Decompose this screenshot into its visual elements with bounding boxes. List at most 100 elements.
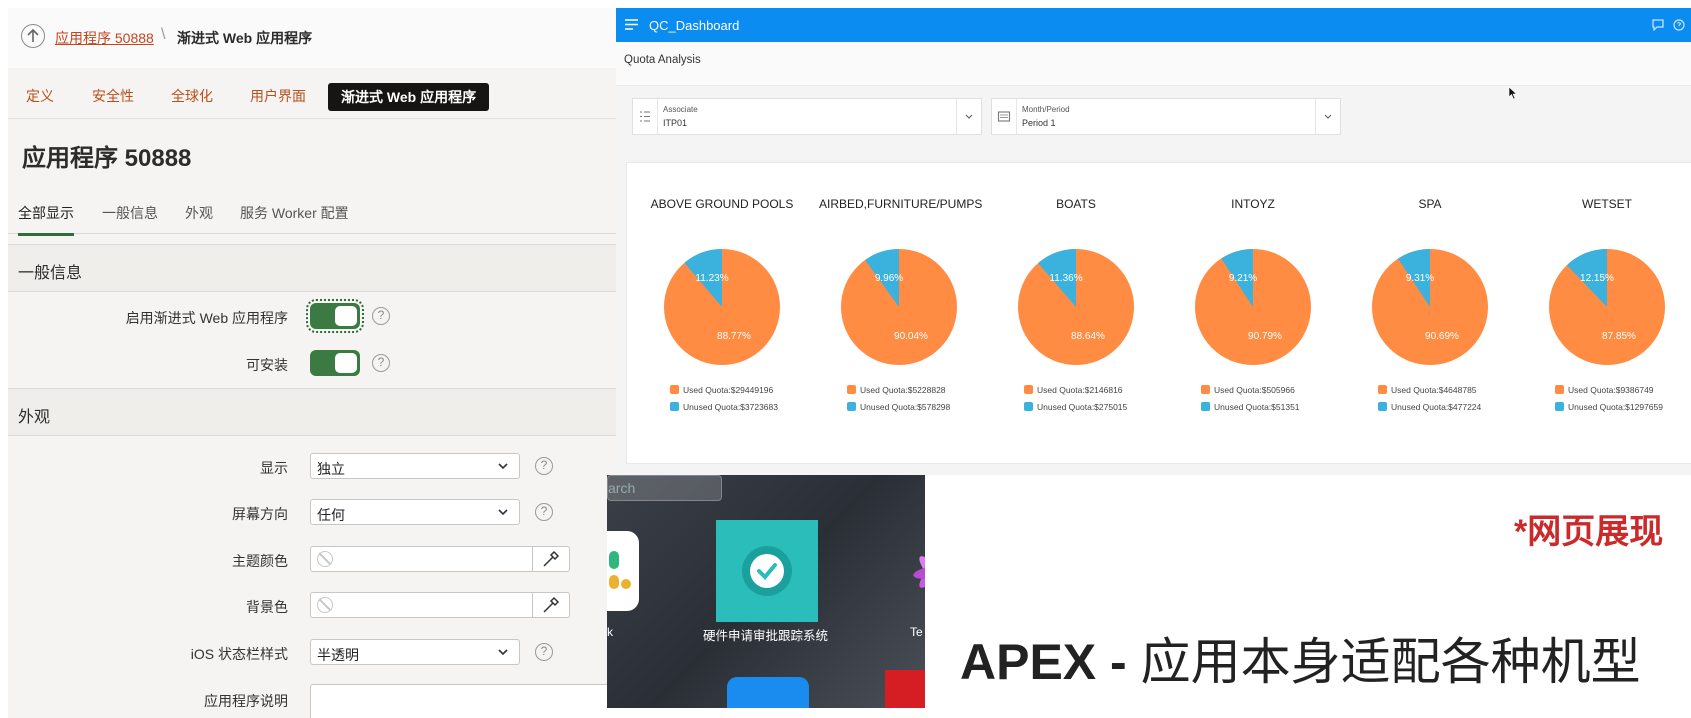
legend-used[interactable]: Used Quota:$9386749 xyxy=(1555,385,1654,395)
legend-text: Used Quota:$29449196 xyxy=(683,385,774,395)
orientation-select[interactable]: 任何 xyxy=(310,499,520,525)
eyedropper-icon xyxy=(543,596,560,613)
legend-swatch xyxy=(1378,402,1387,411)
legend-swatch xyxy=(1555,385,1564,394)
pie-title: SPA xyxy=(1418,197,1442,211)
tab-general[interactable]: 一般信息 xyxy=(102,203,158,233)
hardware-approval-app-icon[interactable] xyxy=(716,520,818,622)
legend-swatch xyxy=(1201,385,1210,394)
legend-used[interactable]: Used Quota:$29449196 xyxy=(670,385,773,395)
pie-title: BOATS xyxy=(1056,197,1096,211)
pie-chart: 11.23% 88.77% xyxy=(664,249,780,365)
breadcrumb-separator: \ xyxy=(161,26,166,43)
section-appearance-title: 外观 xyxy=(18,409,51,426)
period-filter-value: Period 1 xyxy=(1022,118,1056,128)
search-field[interactable]: arch xyxy=(607,475,722,501)
display-select[interactable]: 独立 xyxy=(310,453,520,479)
pie-label-unused: 9.31% xyxy=(1406,273,1434,284)
help-icon[interactable]: ? xyxy=(372,307,390,325)
apex-builder-panel: 应用程序 50888 \ 渐进式 Web 应用程序 定义 安全性 全球化 用户界… xyxy=(8,8,616,718)
help-icon[interactable]: ? xyxy=(535,457,553,475)
page-title: 应用程序 50888 xyxy=(22,145,192,172)
flower-app-icon[interactable] xyxy=(903,532,925,612)
period-filter[interactable]: Month/Period Period 1 xyxy=(991,98,1341,135)
legend-text: Used Quota:$505966 xyxy=(1214,385,1295,395)
legend-text: Unused Quota:$578298 xyxy=(860,402,951,412)
orientation-value: 任何 xyxy=(317,507,345,523)
tab-service-worker[interactable]: 服务 Worker 配置 xyxy=(240,203,349,233)
chat-icon[interactable] xyxy=(1652,19,1664,31)
pie-label-unused: 12.15% xyxy=(1580,273,1614,284)
tab-security[interactable]: 安全性 xyxy=(92,86,134,106)
legend-text: Used Quota:$9386749 xyxy=(1568,385,1654,395)
tab-definition[interactable]: 定义 xyxy=(26,86,54,106)
help-circle-icon[interactable] xyxy=(1673,19,1685,31)
pie-label-unused: 9.96% xyxy=(875,273,903,284)
pie-label-unused: 11.36% xyxy=(1049,273,1082,284)
section-appearance-header[interactable]: 外观 xyxy=(8,388,616,436)
legend-used[interactable]: Used Quota:$5228828 xyxy=(847,385,946,395)
help-icon[interactable]: ? xyxy=(535,503,553,521)
legend-used[interactable]: Used Quota:$505966 xyxy=(1201,385,1295,395)
toggle-knob xyxy=(335,306,357,326)
tab-show-all[interactable]: 全部显示 xyxy=(18,203,74,236)
orientation-label: 屏幕方向 xyxy=(232,506,288,522)
legend-swatch xyxy=(670,385,679,394)
chevron-down-icon[interactable] xyxy=(956,99,981,134)
legend-unused[interactable]: Unused Quota:$578298 xyxy=(847,402,950,412)
legend-unused[interactable]: Unused Quota:$51351 xyxy=(1201,402,1300,412)
section-title: Quota Analysis xyxy=(624,54,701,66)
ios-status-bar-select[interactable]: 半透明 xyxy=(310,639,520,665)
chevron-down-icon[interactable] xyxy=(1315,99,1340,134)
app-description-textarea[interactable] xyxy=(310,684,616,718)
toggle-knob xyxy=(335,353,357,373)
color-picker-button[interactable] xyxy=(532,547,569,571)
dock-app-icon[interactable] xyxy=(885,670,925,708)
tab-appearance[interactable]: 外观 xyxy=(185,203,213,233)
dock-app-icon[interactable] xyxy=(727,677,809,708)
pie-label-used: 88.77% xyxy=(717,331,751,342)
pie-label-used: 87.85% xyxy=(1602,331,1636,342)
apex-headline: APEX - 应用本身适配各种机型 xyxy=(960,622,1641,694)
legend-unused[interactable]: Unused Quota:$3723683 xyxy=(670,402,778,412)
background-color-field[interactable] xyxy=(310,592,570,618)
legend-text: Unused Quota:$51351 xyxy=(1214,402,1300,412)
tab-pwa[interactable]: 渐进式 Web 应用程序 xyxy=(328,83,490,111)
help-icon[interactable]: ? xyxy=(372,354,390,372)
slack-app-icon[interactable] xyxy=(607,531,639,611)
theme-color-field[interactable] xyxy=(310,546,570,572)
installable-label: 可安装 xyxy=(246,357,288,373)
pie-label-used: 90.69% xyxy=(1425,331,1459,342)
legend-swatch xyxy=(847,402,856,411)
breadcrumb-app-link[interactable]: 应用程序 50888 xyxy=(55,28,154,48)
pie-chart: 9.96% 90.04% xyxy=(841,249,957,365)
help-icon[interactable]: ? xyxy=(535,643,553,661)
ios-status-bar-label: iOS 状态栏样式 xyxy=(190,646,288,662)
legend-swatch xyxy=(1378,385,1387,394)
enable-pwa-toggle[interactable] xyxy=(306,299,364,333)
installable-toggle[interactable] xyxy=(310,350,360,376)
legend-used[interactable]: Used Quota:$4648785 xyxy=(1378,385,1477,395)
associate-filter[interactable]: Associate ITP01 xyxy=(632,98,982,135)
checkmark-icon xyxy=(742,546,792,596)
legend-unused[interactable]: Unused Quota:$275015 xyxy=(1024,402,1127,412)
color-picker-button[interactable] xyxy=(532,593,569,617)
pie-title: INTOYZ xyxy=(1231,197,1275,211)
no-color-icon xyxy=(317,551,333,567)
legend-text: Used Quota:$4648785 xyxy=(1391,385,1477,395)
navigate-up-icon[interactable] xyxy=(21,24,45,48)
legend-unused[interactable]: Unused Quota:$477224 xyxy=(1378,402,1481,412)
legend-swatch xyxy=(847,385,856,394)
pie-title: WETSET xyxy=(1582,197,1632,211)
legend-unused[interactable]: Unused Quota:$1297659 xyxy=(1555,402,1663,412)
pie-label-unused: 9.21% xyxy=(1229,273,1257,284)
tab-user-interface[interactable]: 用户界面 xyxy=(250,86,306,106)
tab-globalization[interactable]: 全球化 xyxy=(171,86,213,106)
legend-text: Unused Quota:$477224 xyxy=(1391,402,1482,412)
legend-used[interactable]: Used Quota:$2146816 xyxy=(1024,385,1123,395)
slack-app-label: k xyxy=(607,625,613,639)
hamburger-menu-icon[interactable] xyxy=(625,19,638,30)
quota-pie-charts: ABOVE GROUND POOLS 11.23% 88.77% Used Quota… xyxy=(626,162,1691,464)
chevron-down-icon xyxy=(498,649,508,656)
section-general-header[interactable]: 一般信息 xyxy=(8,244,616,292)
